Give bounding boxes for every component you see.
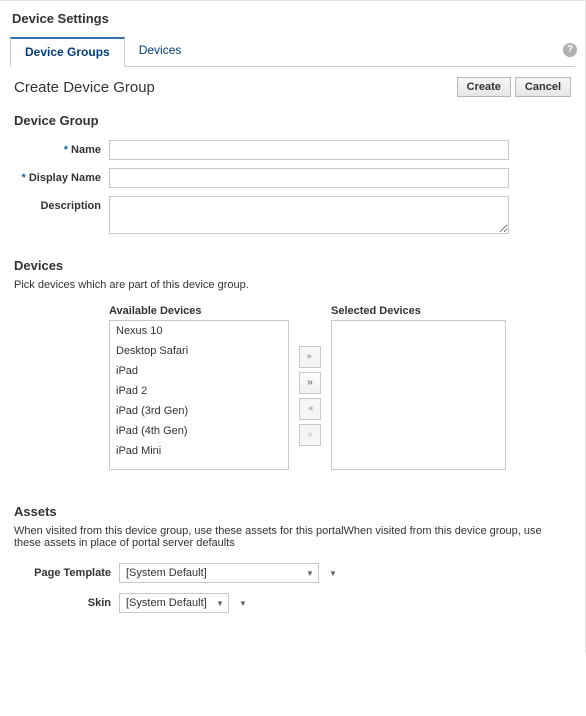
device-settings-panel: Device Settings ? Device Groups Devices … (0, 0, 586, 653)
device-group-legend: Device Group (14, 113, 571, 128)
devices-hint: Pick devices which are part of this devi… (14, 279, 571, 291)
move-right-button[interactable]: ▸ (299, 346, 321, 368)
tab-device-groups[interactable]: Device Groups (10, 37, 125, 67)
chevron-down-icon: ▼ (302, 569, 318, 578)
page-template-value: [System Default] (126, 567, 207, 579)
tab-devices[interactable]: Devices (125, 37, 196, 67)
page-title: Device Settings (12, 11, 579, 26)
help-icon[interactable]: ? (563, 43, 577, 57)
skin-select[interactable]: [System Default] ▼ (119, 593, 229, 613)
available-devices-list[interactable]: Nexus 10Desktop SafariiPadiPad 2iPad (3r… (109, 320, 289, 470)
create-button[interactable]: Create (457, 77, 511, 97)
form-title: Create Device Group (14, 79, 155, 96)
page-template-menu-button[interactable]: ▼ (325, 563, 341, 583)
cancel-button[interactable]: Cancel (515, 77, 571, 97)
available-device-item[interactable]: iPad (3rd Gen) (110, 401, 288, 421)
skin-label: Skin (14, 597, 119, 609)
chevron-down-icon: ▼ (212, 599, 228, 608)
move-left-button[interactable]: ◂ (299, 398, 321, 420)
assets-legend: Assets (14, 504, 571, 519)
selected-devices-list[interactable] (331, 320, 506, 470)
selected-devices-label: Selected Devices (331, 305, 506, 317)
page-template-select[interactable]: [System Default] ▼ (119, 563, 319, 583)
available-device-item[interactable]: iPad Mini (110, 441, 288, 461)
skin-value: [System Default] (126, 597, 207, 609)
tab-bar: Device Groups Devices (10, 36, 575, 67)
page-template-label: Page Template (14, 567, 119, 579)
available-device-item[interactable]: Nexus 10 (110, 321, 288, 341)
devices-legend: Devices (14, 258, 571, 273)
display-name-input[interactable] (109, 168, 509, 188)
available-device-item[interactable]: Desktop Safari (110, 341, 288, 361)
tab-content: Create Device Group Create Cancel Device… (6, 67, 579, 633)
available-device-item[interactable]: iPad (110, 361, 288, 381)
move-all-right-button[interactable]: » (299, 372, 321, 394)
description-label: Description (14, 196, 109, 212)
available-device-item[interactable]: iPad 2 (110, 381, 288, 401)
description-input[interactable] (109, 196, 509, 234)
skin-menu-button[interactable]: ▼ (235, 593, 251, 613)
name-label: * Name (14, 140, 109, 156)
name-input[interactable] (109, 140, 509, 160)
move-all-left-button[interactable]: « (299, 424, 321, 446)
display-name-label: * Display Name (14, 168, 109, 184)
available-device-item[interactable]: iPad (4th Gen) (110, 421, 288, 441)
assets-hint: When visited from this device group, use… (14, 525, 571, 549)
device-shuttle: Available Devices Nexus 10Desktop Safari… (109, 305, 571, 470)
available-devices-label: Available Devices (109, 305, 289, 317)
